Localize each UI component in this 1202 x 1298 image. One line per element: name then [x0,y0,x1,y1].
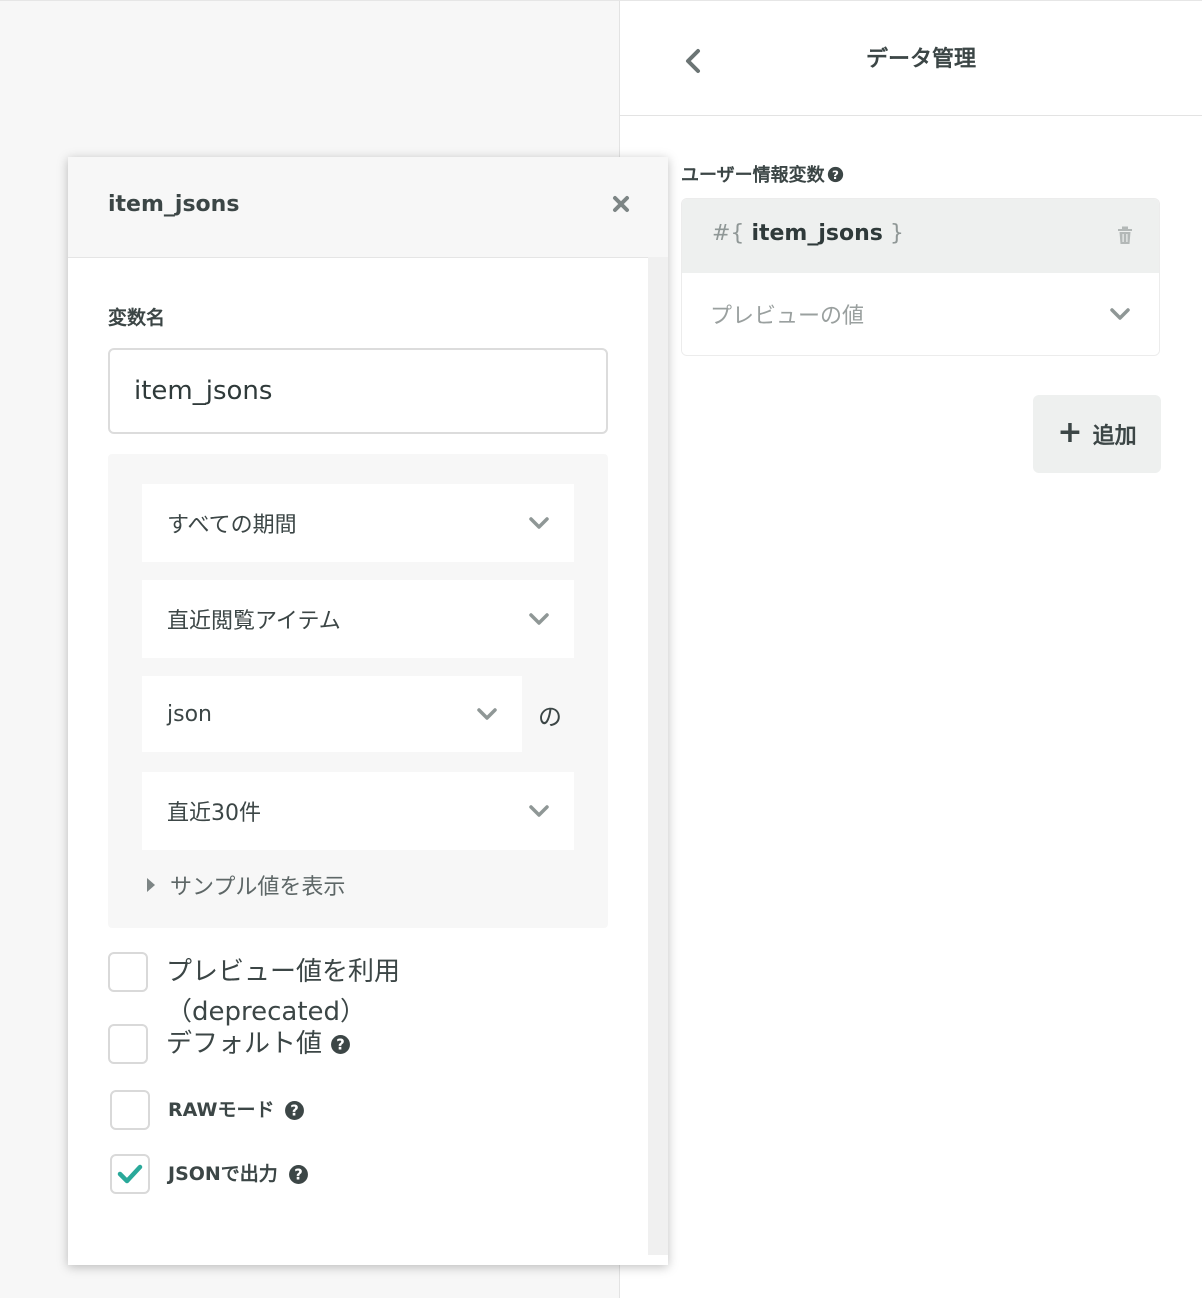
preview-placeholder: プレビューの値 [710,304,865,329]
modal-header: item_jsons [68,157,668,258]
variable-name-label: 変数名 [108,307,166,329]
field-suffix-label: の [538,703,562,731]
json-output-checkbox[interactable] [110,1154,150,1194]
svg-text:?: ? [294,1166,303,1183]
plus-icon: + [1057,415,1083,450]
default-value-option: デフォルト値 ? [108,1024,351,1064]
modal-title: item_jsons [108,192,240,217]
svg-text:?: ? [291,1102,300,1119]
chevron-down-icon [529,805,549,817]
data-management-panel: データ管理 ユーザー情報変数 ? #{ item_jsons } プレビューの値 [619,0,1202,1298]
checkmark-icon [117,1164,143,1184]
close-icon [613,196,629,212]
svg-text:?: ? [832,167,839,181]
raw-mode-label: RAWモード [168,1099,275,1121]
limit-select-value: 直近30件 [167,801,261,826]
chevron-down-icon [477,708,497,720]
svg-text:?: ? [336,1036,345,1053]
use-preview-checkbox[interactable] [108,952,148,992]
show-sample-label: サンプル値を表示 [170,875,346,900]
default-value-label-wrap: デフォルト値 ? [166,1024,351,1064]
trash-icon[interactable] [1117,226,1133,245]
period-select[interactable]: すべての期間 [142,484,574,562]
source-select-value: 直近閲覧アイテム [167,609,341,634]
variable-card: #{ item_jsons } プレビューの値 [681,198,1160,356]
caret-right-icon [147,878,155,892]
use-preview-label: プレビュー値を利用（deprecated） [166,957,401,1027]
show-sample-toggle[interactable]: サンプル値を表示 [146,869,345,901]
variable-token: #{ item_jsons } [712,221,904,246]
token-suffix: } [889,221,904,246]
json-output-option: JSONで出力 ? [108,1154,309,1194]
add-button-label: 追加 [1092,424,1137,449]
variable-name-input[interactable] [108,348,608,434]
panel-title: データ管理 [865,47,976,72]
help-icon[interactable]: ? [330,1034,351,1055]
period-select-value: すべての期間 [167,513,297,538]
section-label-text: ユーザー情報変数 [681,165,825,186]
user-variables-label: ユーザー情報変数 ? [681,161,844,187]
help-icon[interactable]: ? [827,166,844,183]
token-prefix: #{ [712,221,745,246]
modal-scrollbar[interactable] [648,257,668,1255]
variable-name: item_jsons [751,221,883,246]
source-select[interactable]: 直近閲覧アイテム [142,580,574,658]
use-preview-option: プレビュー値を利用（deprecated） [108,952,456,1032]
limit-select[interactable]: 直近30件 [142,772,574,850]
query-settings-group: すべての期間 直近閲覧アイテム json の 直近30件 サンプル値を表示 [108,454,608,928]
add-variable-button[interactable]: + 追加 [1033,395,1161,473]
chevron-down-icon [529,613,549,625]
variable-card-header[interactable]: #{ item_jsons } [682,199,1159,273]
variable-edit-modal: item_jsons 変数名 すべての期間 直近閲覧アイテム json [68,157,668,1265]
raw-mode-option: RAWモード ? [108,1090,305,1130]
default-value-label: デフォルト値 [166,1029,323,1059]
help-icon[interactable]: ? [284,1100,305,1121]
close-button[interactable] [612,195,630,217]
help-icon[interactable]: ? [288,1164,309,1185]
chevron-down-icon [529,517,549,529]
raw-mode-checkbox[interactable] [110,1090,150,1130]
preview-value-dropdown[interactable]: プレビューの値 [682,273,1159,355]
raw-mode-label-wrap: RAWモード ? [168,1090,305,1130]
field-select-value: json [167,701,212,727]
chevron-down-icon [1110,308,1130,320]
json-output-label: JSONで出力 [168,1163,278,1185]
field-select[interactable]: json [142,676,522,752]
panel-header: データ管理 [620,1,1202,116]
default-value-checkbox[interactable] [108,1024,148,1064]
json-output-label-wrap: JSONで出力 ? [168,1154,309,1194]
